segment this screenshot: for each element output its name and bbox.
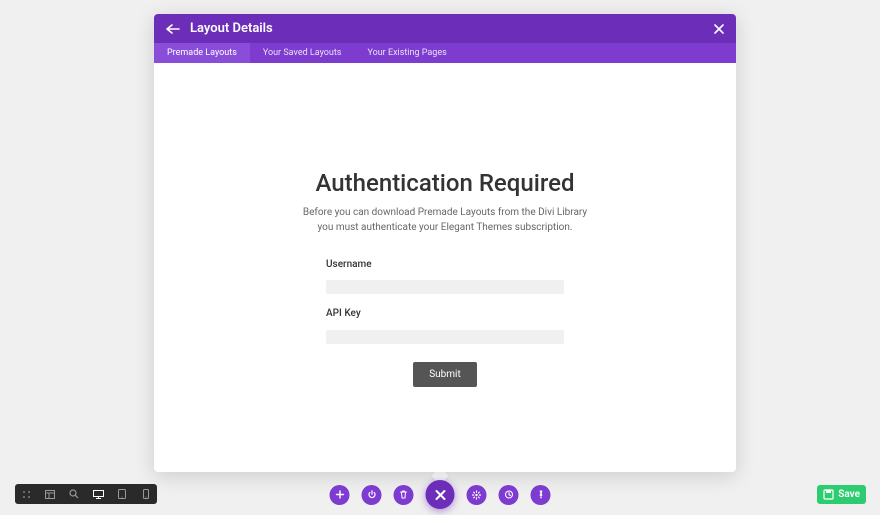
username-input[interactable] [326, 280, 564, 294]
tab-premade-layouts[interactable]: Premade Layouts [154, 43, 250, 63]
close-center-button[interactable] [426, 480, 455, 509]
tab-saved-layouts[interactable]: Your Saved Layouts [250, 43, 355, 63]
add-button[interactable] [330, 485, 350, 505]
modal-header: Layout Details [154, 14, 736, 43]
tablet-icon[interactable] [116, 488, 128, 500]
save-icon [823, 489, 834, 500]
phone-icon[interactable] [140, 488, 152, 500]
modal-title: Layout Details [190, 21, 273, 36]
desktop-icon[interactable] [92, 488, 104, 500]
tab-existing-pages[interactable]: Your Existing Pages [354, 43, 459, 63]
history-button[interactable] [499, 485, 519, 505]
username-label: Username [326, 259, 564, 270]
auth-description: Before you can download Premade Layouts … [295, 205, 595, 235]
submit-button[interactable]: Submit [413, 362, 477, 387]
save-label: Save [838, 489, 860, 500]
drag-icon[interactable] [20, 488, 32, 500]
save-button[interactable]: Save [817, 485, 866, 504]
modal-body: Authentication Required Before you can d… [154, 63, 736, 472]
zoom-icon[interactable] [68, 488, 80, 500]
back-arrow-icon[interactable] [166, 24, 180, 34]
layout-modal: Layout Details Premade Layouts Your Save… [154, 14, 736, 472]
viewport-toolbar [15, 484, 157, 504]
username-field-group: Username [326, 259, 564, 295]
close-icon[interactable] [714, 24, 724, 34]
settings-button[interactable] [467, 485, 487, 505]
delete-button[interactable] [394, 485, 414, 505]
tabs-bar: Premade Layouts Your Saved Layouts Your … [154, 43, 736, 63]
apikey-field-group: API Key [326, 308, 564, 344]
apikey-label: API Key [326, 308, 564, 319]
action-toolbar [330, 480, 551, 509]
apikey-input[interactable] [326, 330, 564, 344]
help-button[interactable] [531, 485, 551, 505]
wireframe-icon[interactable] [44, 488, 56, 500]
auth-heading: Authentication Required [316, 169, 575, 197]
power-button[interactable] [362, 485, 382, 505]
